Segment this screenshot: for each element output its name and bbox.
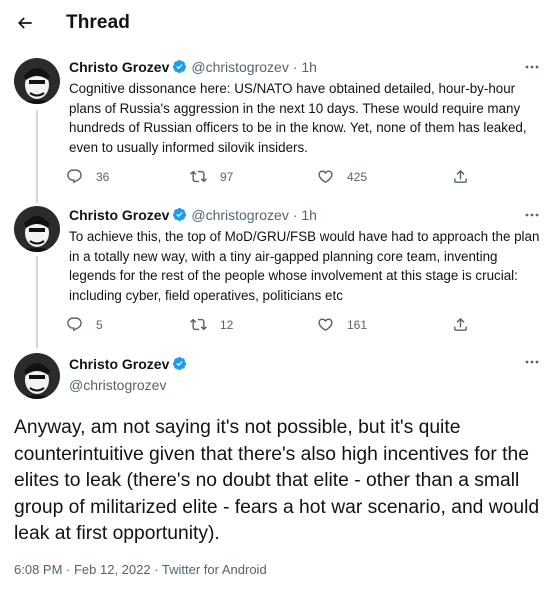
reply-icon bbox=[67, 169, 82, 184]
focused-tweet-text: Anyway, am not saying it's not possible,… bbox=[14, 417, 540, 544]
like-button[interactable]: 161 bbox=[317, 316, 367, 333]
author-name[interactable]: Christo Grozev bbox=[69, 207, 169, 223]
share-button[interactable] bbox=[452, 168, 469, 185]
author-name[interactable]: Christo Grozev bbox=[69, 356, 169, 372]
reply-button[interactable]: 5 bbox=[66, 316, 103, 333]
retweet-count: 97 bbox=[220, 169, 234, 184]
like-count: 161 bbox=[347, 317, 368, 332]
retweet-icon bbox=[190, 170, 207, 183]
tweet-header: Christo Grozev @christogrozev · 1h bbox=[69, 206, 317, 224]
tweet-actions: 5 12 161 bbox=[66, 316, 486, 336]
tweet[interactable]: Christo Grozev @christogrozev · 1h Cogniti… bbox=[0, 58, 557, 193]
verified-badge-icon bbox=[173, 59, 187, 74]
tweet[interactable]: Christo Grozev @christogrozev · 1h To achi… bbox=[0, 206, 557, 341]
verified-badge-icon bbox=[173, 356, 187, 371]
retweet-count: 12 bbox=[220, 317, 234, 332]
author-handle[interactable]: @christogrozev bbox=[191, 59, 288, 75]
author-name[interactable]: Christo Grozev bbox=[69, 59, 169, 75]
tweet-timestamp[interactable]: 6:08 PM · Feb 12, 2022 · Twitter for And… bbox=[14, 562, 267, 577]
share-icon bbox=[454, 169, 467, 183]
more-horizontal-icon bbox=[525, 213, 539, 217]
tweet-text: To achieve this, the top of MoD/GRU/FSB … bbox=[69, 229, 540, 303]
like-count: 425 bbox=[347, 169, 368, 184]
page-title: Thread bbox=[66, 12, 130, 33]
arrow-left-icon bbox=[17, 17, 32, 29]
retweet-icon bbox=[190, 318, 207, 331]
author-handle[interactable]: @christogrozev bbox=[69, 377, 166, 393]
author-handle[interactable]: @christogrozev bbox=[191, 207, 288, 223]
avatar[interactable] bbox=[14, 206, 60, 252]
reply-icon bbox=[67, 317, 82, 332]
avatar[interactable] bbox=[14, 353, 60, 399]
like-button[interactable]: 425 bbox=[317, 168, 367, 185]
heart-icon bbox=[318, 170, 333, 183]
verified-badge-icon bbox=[173, 207, 187, 222]
reply-count: 36 bbox=[96, 169, 110, 184]
tweet-time[interactable]: · 1h bbox=[293, 207, 317, 223]
more-horizontal-icon bbox=[525, 65, 539, 69]
tweet-header: Christo Grozev bbox=[69, 355, 187, 374]
retweet-button[interactable]: 97 bbox=[190, 168, 233, 185]
back-button[interactable] bbox=[10, 8, 40, 38]
tweet-text: Cognitive dissonance here: US/NATO have … bbox=[69, 81, 527, 155]
thread-header: Thread bbox=[0, 0, 557, 47]
share-icon bbox=[454, 317, 467, 331]
reply-count: 5 bbox=[96, 317, 103, 332]
more-horizontal-icon bbox=[525, 360, 539, 364]
tweet-actions: 36 97 425 bbox=[66, 168, 486, 188]
retweet-button[interactable]: 12 bbox=[190, 316, 233, 333]
heart-icon bbox=[318, 318, 333, 331]
more-options-button[interactable] bbox=[523, 357, 541, 367]
share-button[interactable] bbox=[452, 316, 469, 333]
avatar[interactable] bbox=[14, 58, 60, 104]
focused-tweet[interactable]: Christo Grozev @christogrozev bbox=[0, 353, 557, 413]
tweet-time[interactable]: · 1h bbox=[293, 59, 317, 75]
more-options-button[interactable] bbox=[523, 210, 541, 220]
tweet-header: Christo Grozev @christogrozev · 1h bbox=[69, 58, 317, 76]
reply-button[interactable]: 36 bbox=[66, 168, 109, 185]
more-options-button[interactable] bbox=[523, 62, 541, 72]
